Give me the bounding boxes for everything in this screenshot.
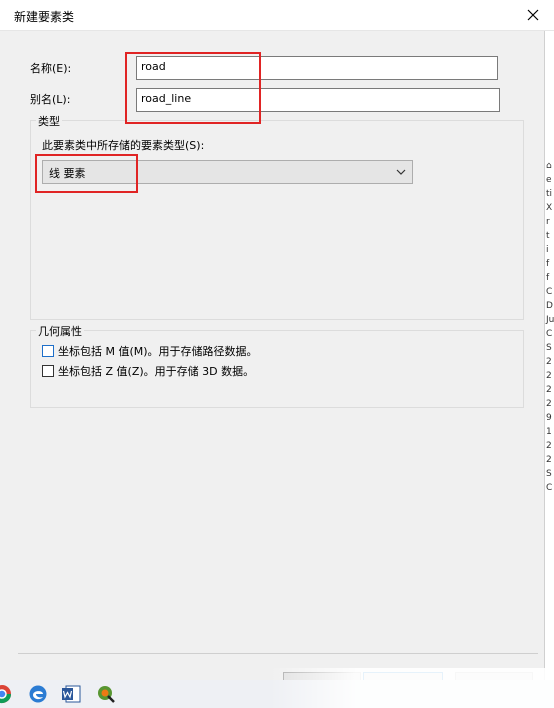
background-text-fragment: Ju xyxy=(546,315,554,325)
name-label: 名称(E): xyxy=(30,62,72,75)
background-text-fragment: t xyxy=(546,231,550,241)
m-values-label: 坐标包括 M 值(M)。用于存储路径数据。 xyxy=(58,345,258,358)
m-values-checkbox[interactable] xyxy=(42,345,54,357)
dialog-title: 新建要素类 xyxy=(14,10,75,24)
background-text-fragment: C xyxy=(546,287,553,297)
background-text-fragment: X xyxy=(546,203,553,213)
dialog-titlebar: 新建要素类 xyxy=(0,0,554,31)
feature-type-prompt: 此要素类中所存储的要素类型(S): xyxy=(42,139,205,152)
alias-label: 别名(L): xyxy=(30,93,71,106)
feature-type-highlight xyxy=(35,154,138,193)
z-values-label: 坐标包括 Z 值(Z)。用于存储 3D 数据。 xyxy=(58,365,255,378)
name-alias-highlight xyxy=(125,52,261,124)
background-text-fragment: 2 xyxy=(546,399,552,409)
z-values-checkbox[interactable] xyxy=(42,365,54,377)
background-text-fragment: S xyxy=(546,343,552,353)
qgis-icon[interactable] xyxy=(96,684,116,704)
background-text-fragment: ti xyxy=(546,189,553,199)
background-text-fragment: S xyxy=(546,469,552,479)
background-text-fragment: f xyxy=(546,259,550,269)
background-text-fragment: C xyxy=(546,329,553,339)
background-text-fragment: f xyxy=(546,273,550,283)
background-text-fragment: 9 xyxy=(546,413,552,423)
chevron-down-icon xyxy=(396,169,406,175)
background-text-fragment: 2 xyxy=(546,455,552,465)
word-icon[interactable] xyxy=(61,684,81,704)
background-text-fragment: r xyxy=(546,217,550,227)
edge-icon[interactable] xyxy=(28,684,48,704)
chrome-icon[interactable] xyxy=(0,684,12,704)
background-text-fragment: e xyxy=(546,175,552,185)
background-text-fragment: i xyxy=(546,245,549,255)
background-text-fragment: C xyxy=(546,483,553,493)
close-icon xyxy=(527,9,539,21)
background-text-fragment: 1 xyxy=(546,427,552,437)
background-text-fragment: ⌂ xyxy=(546,161,552,171)
geometry-group-title: 几何属性 xyxy=(36,323,84,339)
background-text-fragment: 2 xyxy=(546,371,552,381)
close-button[interactable] xyxy=(522,4,544,26)
type-group-title: 类型 xyxy=(36,113,62,129)
background-text-fragment: 2 xyxy=(546,357,552,367)
background-window-strip: ⌂ e ti Xr t i f f C D Ju C S 2 2 2 2 9 1 2 2 S C xyxy=(544,31,554,681)
background-text-fragment: 2 xyxy=(546,385,552,395)
bottom-right-blur xyxy=(270,668,554,708)
background-text-fragment: D xyxy=(546,301,553,311)
background-text-fragment: 2 xyxy=(546,441,552,451)
footer-separator xyxy=(18,653,538,654)
